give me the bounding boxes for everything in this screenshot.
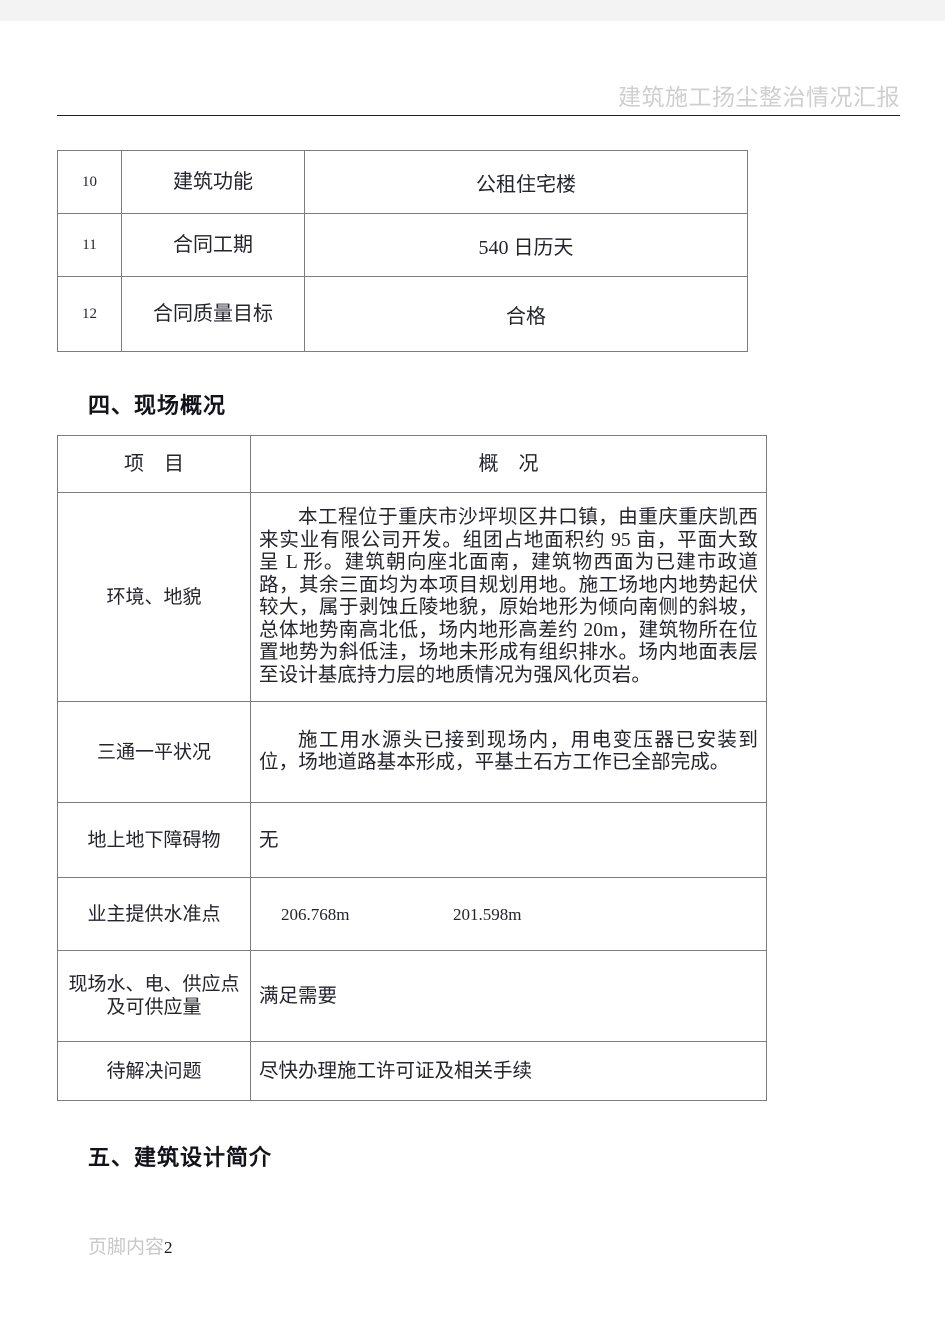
row-label: 待解决问题 <box>57 1041 251 1101</box>
table-row: 地上地下障碍物 无 <box>57 802 767 878</box>
pending-issue-value: 尽快办理施工许可证及相关手续 <box>259 1060 533 1082</box>
running-header-title: 建筑施工扬尘整治情况汇报 <box>618 85 900 110</box>
table-row: 11 合同工期 540 日历天 <box>57 213 748 277</box>
row-value: 施工用水源头已接到现场内，用电变压器已安装到位，场地道路基本形成，平基土石方工作… <box>250 701 767 803</box>
row-value: 本工程位于重庆市沙坪坝区井口镇，由重庆重庆凯西来实业有限公司开发。组团占地面积约… <box>250 492 767 702</box>
section-heading-five: 五、建筑设计简介 <box>88 1145 273 1170</box>
header-rule <box>57 115 900 116</box>
page-header: 建筑施工扬尘整治情况汇报 <box>57 83 900 116</box>
row-number: 12 <box>57 276 122 352</box>
row-label: 三通一平状况 <box>57 701 251 803</box>
table-row: 现场水、电、供应点及可供应量 满足需要 <box>57 950 767 1042</box>
supply-value: 满足需要 <box>259 985 338 1007</box>
row-label: 合同质量目标 <box>121 276 305 352</box>
table-row: 业主提供水准点 206.768m 201.598m <box>57 877 767 951</box>
table-row: 10 建筑功能 公租住宅楼 <box>57 150 748 214</box>
row-value: 公租住宅楼 <box>304 150 748 214</box>
document-page: 建筑施工扬尘整治情况汇报 10 建筑功能 公租住宅楼 11 合同工期 540 日… <box>0 21 945 1337</box>
project-info-table: 10 建筑功能 公租住宅楼 11 合同工期 540 日历天 12 合同质量目标 … <box>57 150 748 352</box>
benchmark-value-2: 201.598m <box>452 904 522 924</box>
page-footer: 页脚内容2 <box>88 1232 173 1259</box>
table-row: 环境、地貌 本工程位于重庆市沙坪坝区井口镇，由重庆重庆凯西来实业有限公司开发。组… <box>57 492 767 702</box>
table-row: 待解决问题 尽快办理施工许可证及相关手续 <box>57 1041 767 1101</box>
column-header-description: 概 况 <box>250 435 767 493</box>
row-value: 满足需要 <box>250 950 767 1042</box>
row-value: 无 <box>250 802 767 878</box>
row-value: 尽快办理施工许可证及相关手续 <box>250 1041 767 1101</box>
environment-paragraph: 本工程位于重庆市沙坪坝区井口镇，由重庆重庆凯西来实业有限公司开发。组团占地面积约… <box>259 507 758 686</box>
row-number: 11 <box>57 213 122 277</box>
table-row: 三通一平状况 施工用水源头已接到现场内，用电变压器已安装到位，场地道路基本形成，… <box>57 701 767 803</box>
utilities-paragraph: 施工用水源头已接到现场内，用电变压器已安装到位，场地道路基本形成，平基土石方工作… <box>259 729 758 774</box>
row-label: 地上地下障碍物 <box>57 802 251 878</box>
row-label: 建筑功能 <box>121 150 305 214</box>
row-label: 环境、地貌 <box>57 492 251 702</box>
benchmark-values: 206.768m 201.598m <box>259 903 758 926</box>
footer-text: 页脚内容 <box>88 1237 165 1258</box>
row-value: 合格 <box>304 276 748 352</box>
row-label: 现场水、电、供应点及可供应量 <box>57 950 251 1042</box>
footer-page-number: 2 <box>164 1238 173 1257</box>
benchmark-value-1: 206.768m <box>281 904 350 924</box>
table-row: 12 合同质量目标 合格 <box>57 276 748 352</box>
row-label: 合同工期 <box>121 213 305 277</box>
section-heading-four: 四、现场概况 <box>88 393 227 418</box>
column-header-item: 项 目 <box>57 435 251 493</box>
row-value: 540 日历天 <box>304 213 748 277</box>
obstacle-value: 无 <box>259 829 279 851</box>
row-label: 业主提供水准点 <box>57 877 251 951</box>
row-value: 206.768m 201.598m <box>250 877 767 951</box>
row-number: 10 <box>57 150 122 214</box>
table-header-row: 项 目 概 况 <box>57 435 767 493</box>
site-overview-table: 项 目 概 况 环境、地貌 本工程位于重庆市沙坪坝区井口镇，由重庆重庆凯西来实业… <box>57 435 767 1101</box>
